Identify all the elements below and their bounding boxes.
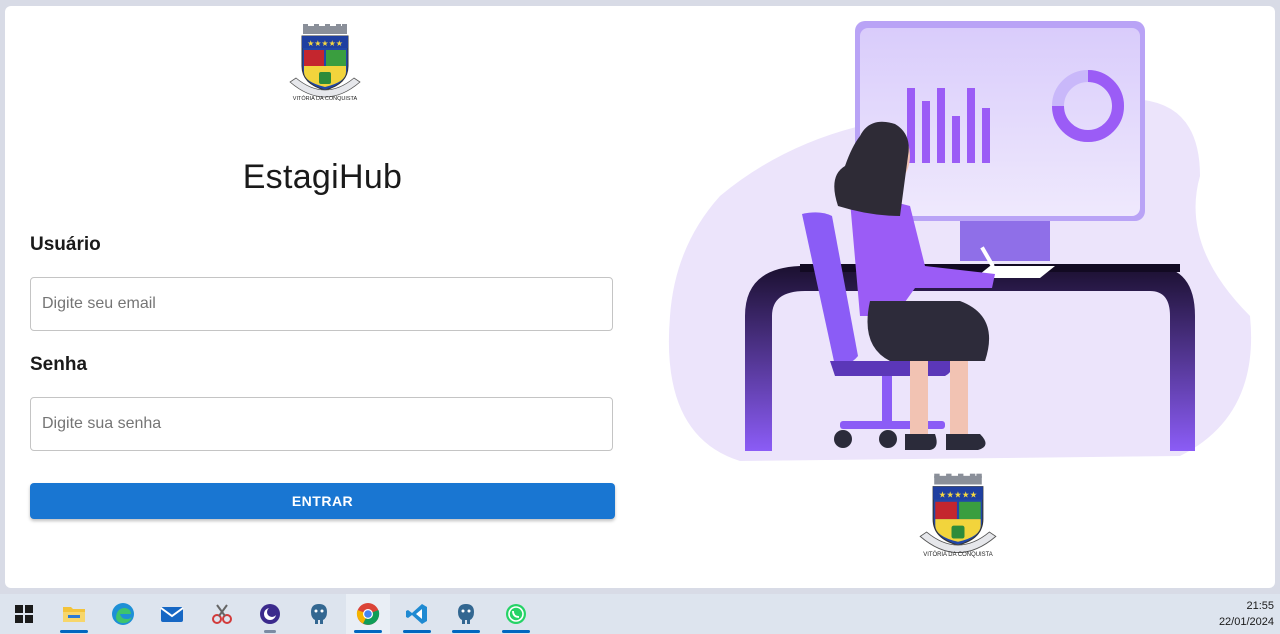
mail-icon[interactable] (150, 594, 194, 634)
whatsapp-icon[interactable] (494, 594, 538, 634)
postgresql-icon[interactable] (297, 594, 341, 634)
password-label: Senha (30, 354, 88, 375)
login-panel: ★★★★★ VITÓRIA DA CONQUISTA EstagiHub Usu… (30, 6, 615, 588)
chrome-icon[interactable] (346, 594, 390, 634)
clock-time: 21:55 (1246, 600, 1274, 612)
edge-browser-icon[interactable] (101, 594, 145, 634)
svg-text:VITÓRIA DA CONQUISTA: VITÓRIA DA CONQUISTA (923, 551, 993, 558)
illustration-woman-at-desk (668, 21, 1252, 462)
username-label: Usuário (30, 234, 101, 255)
system-clock[interactable]: 21:55 22/01/2024 (1219, 598, 1274, 630)
svg-text:★★★★★: ★★★★★ (939, 489, 978, 499)
password-input[interactable] (30, 397, 613, 451)
login-button[interactable]: ENTRAR (30, 483, 615, 519)
postgresql-icon-2[interactable] (444, 594, 488, 634)
clock-date: 22/01/2024 (1218, 616, 1274, 628)
city-crest-logo: ★★★★★ VITÓRIA DA CONQUISTA (289, 24, 361, 102)
email-input[interactable] (30, 277, 613, 331)
svg-text:★★★★★: ★★★★★ (307, 39, 343, 48)
taskbar: 21:55 22/01/2024 (0, 594, 1280, 634)
crest-motto-text: VITÓRIA DA CONQUISTA (293, 95, 358, 102)
vscode-icon[interactable] (395, 594, 439, 634)
city-crest-logo-bottom: ★★★★★ VITÓRIA DA CONQUISTA (919, 473, 997, 558)
app-title: EstagiHub (242, 158, 403, 196)
file-explorer-icon[interactable] (52, 594, 96, 634)
browser-page: ★★★★★ VITÓRIA DA CONQUISTA EstagiHub Usu… (5, 6, 1275, 588)
moon-app-icon[interactable] (248, 594, 292, 634)
snipping-tool-icon[interactable] (200, 594, 244, 634)
windows-start-icon[interactable] (2, 594, 46, 634)
